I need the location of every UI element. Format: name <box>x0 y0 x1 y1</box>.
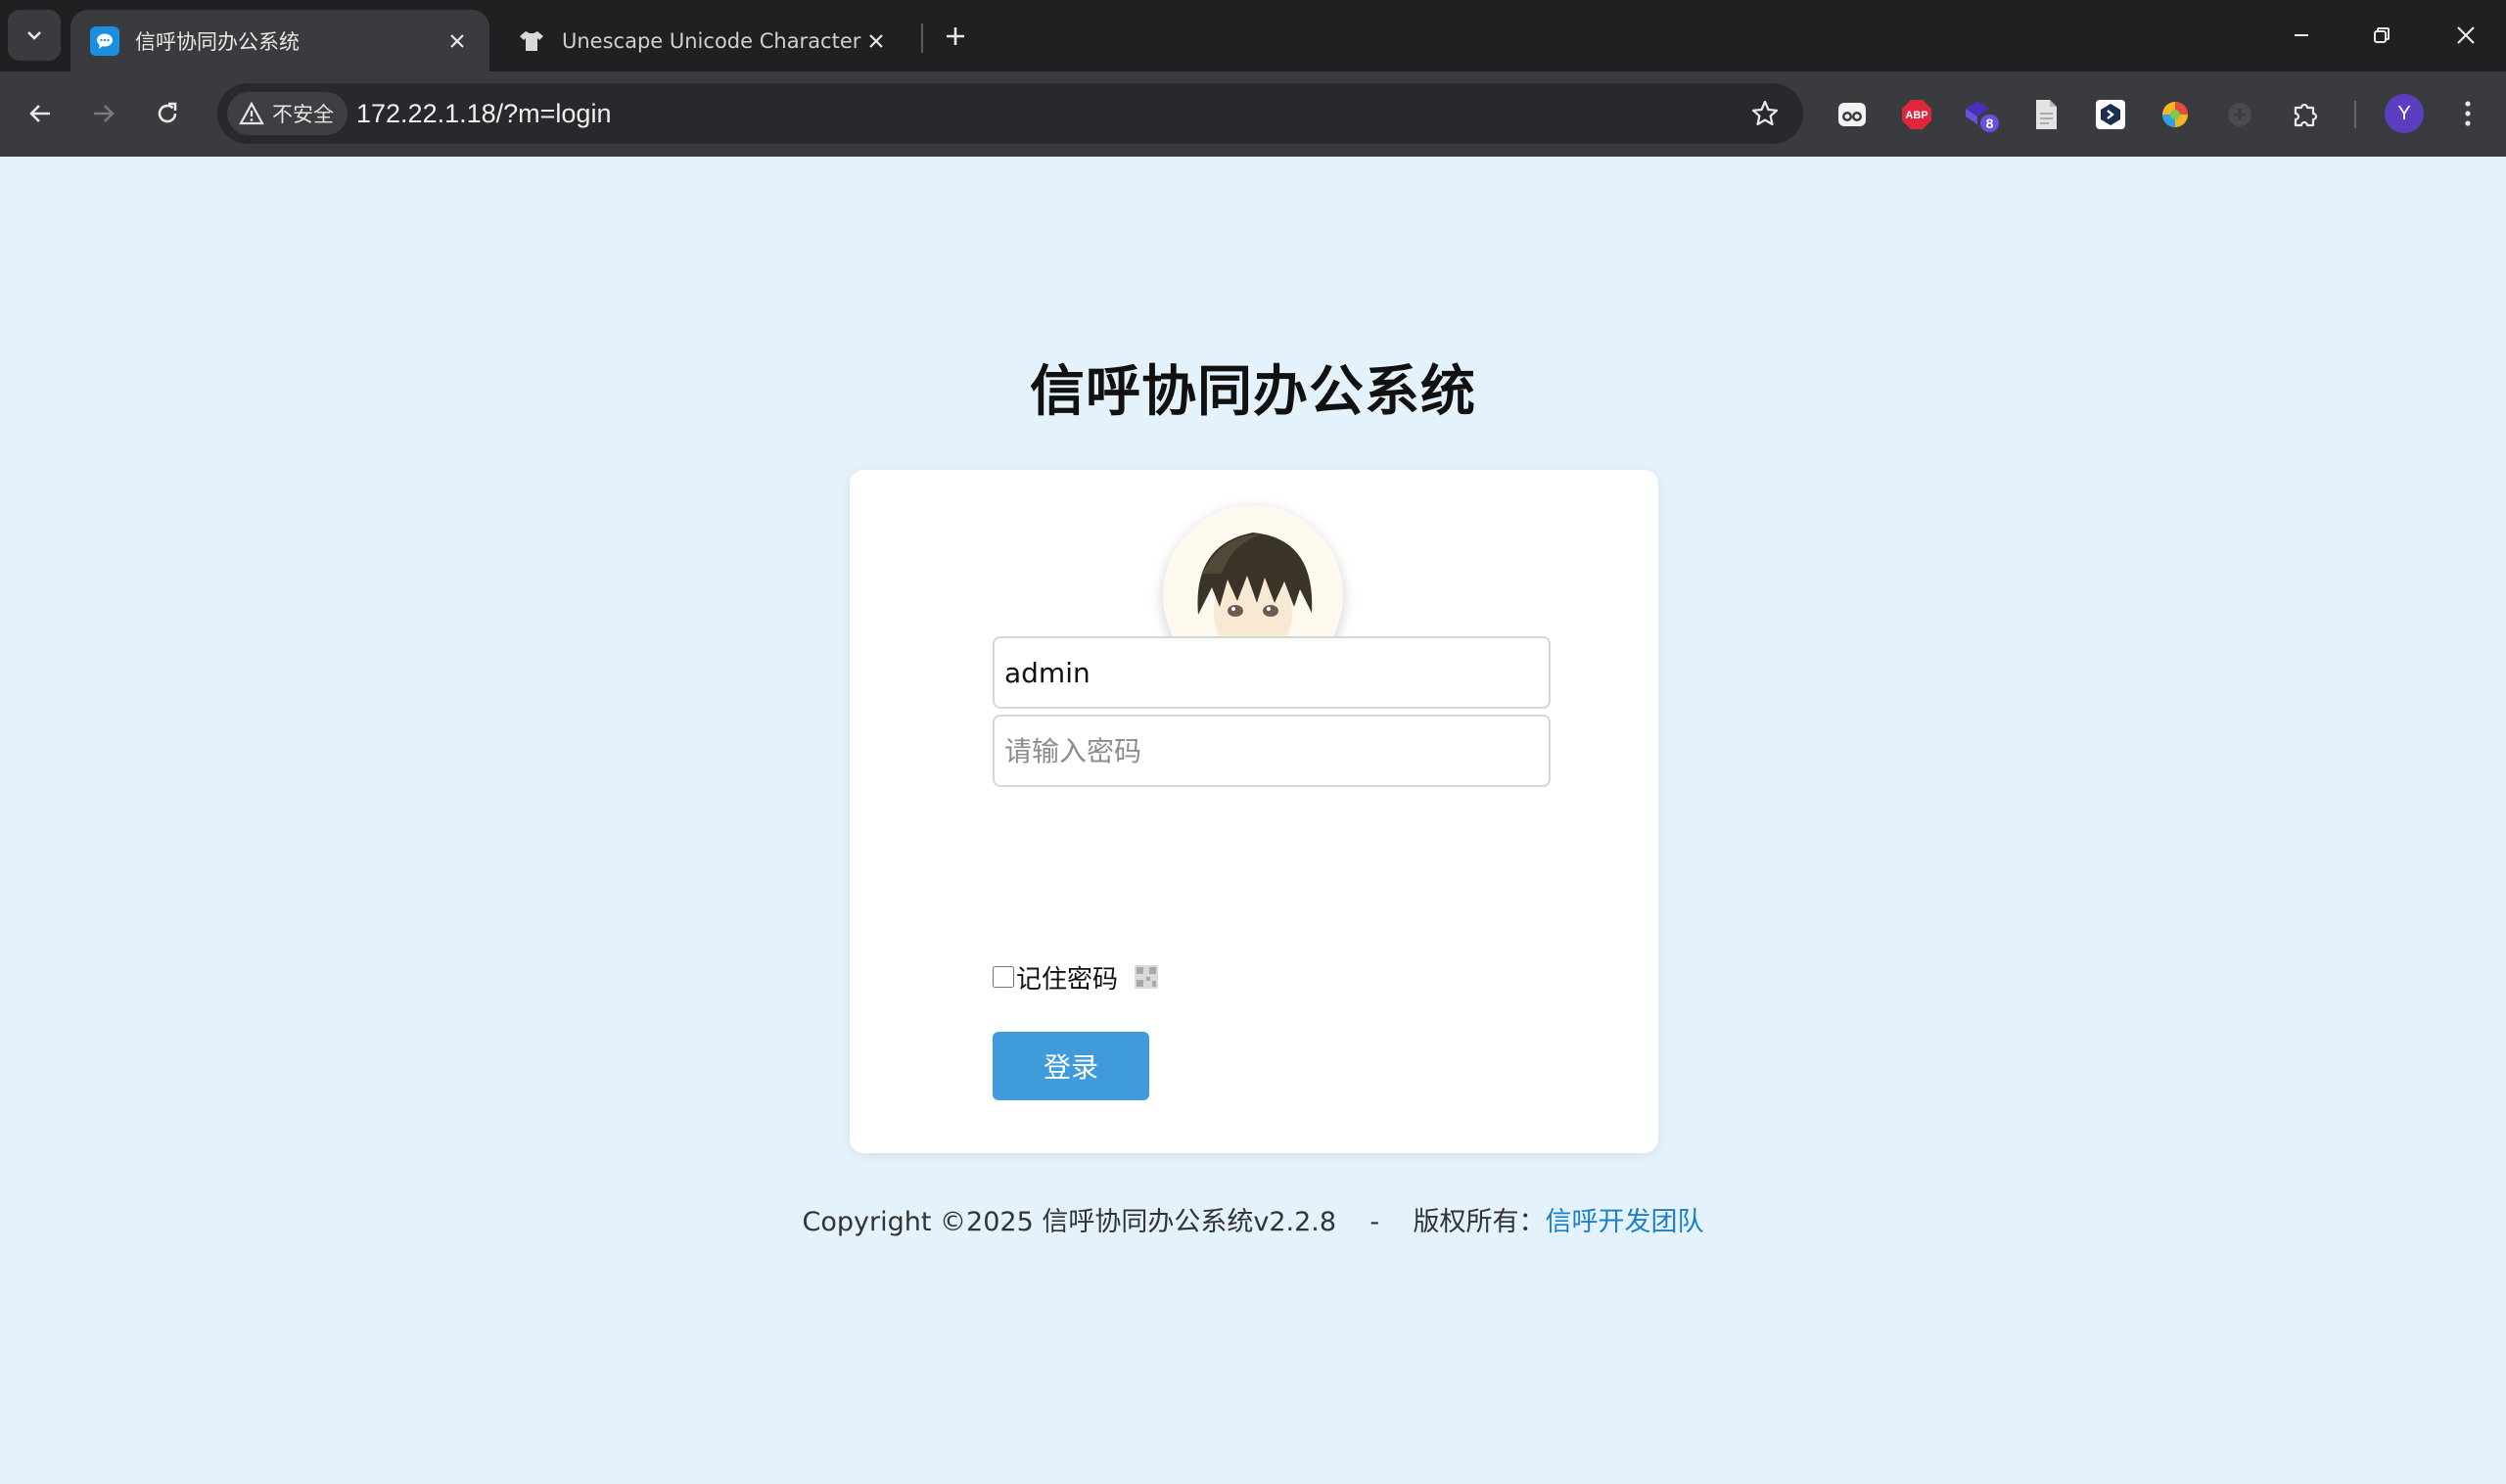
tab-title: Unescape Unicode Characters - <box>562 28 861 53</box>
back-button[interactable] <box>18 91 63 136</box>
url-text[interactable]: 172.22.1.18/?m=login <box>356 83 611 144</box>
tab-unescape-unicode[interactable]: Unescape Unicode Characters - <box>497 10 908 71</box>
tab-xinhu[interactable]: 信呼协同办公系统 <box>70 10 489 71</box>
tab-title: 信呼协同办公系统 <box>135 29 300 54</box>
new-tab-button[interactable] <box>935 16 976 57</box>
close-icon[interactable] <box>861 26 891 56</box>
username-input[interactable] <box>993 636 1551 709</box>
code-extension-icon[interactable] <box>2091 95 2130 134</box>
tab-strip: 信呼协同办公系统 Unescape Unicode Characters - <box>0 0 2506 71</box>
tab-search-button[interactable] <box>8 10 61 61</box>
browser-menu-button[interactable] <box>2445 91 2490 136</box>
close-window-button[interactable] <box>2441 14 2490 57</box>
rights-text: 版权所有： <box>1413 1207 1546 1237</box>
restore-icon <box>2374 27 2390 43</box>
arrow-right-icon <box>94 105 115 122</box>
adblock-label: ABP <box>1905 110 1927 121</box>
adblock-plus-icon[interactable]: ABP <box>1897 95 1936 134</box>
forward-button[interactable] <box>81 91 126 136</box>
puzzle-icon[interactable] <box>2287 95 2326 134</box>
extension-badge-icon[interactable]: 8 <box>1962 95 2001 134</box>
document-icon[interactable] <box>2026 95 2065 134</box>
remember-checkbox[interactable] <box>993 966 1014 988</box>
arrow-left-icon <box>29 105 50 122</box>
security-label: 不安全 <box>272 103 334 126</box>
toolbar-divider <box>2354 101 2356 128</box>
security-indicator[interactable]: 不安全 <box>227 92 348 135</box>
close-icon <box>2457 26 2475 44</box>
footer: Copyright ©2025 信呼协同办公系统v2.2.8 - 版权所有：信呼… <box>0 1200 2506 1238</box>
chevron-down-icon <box>27 31 41 40</box>
color-ball-icon[interactable] <box>2156 95 2195 134</box>
more-vertical-icon <box>2465 101 2471 126</box>
browser-toolbar: 不安全 172.22.1.18/?m=login ABP 8 Y <box>0 71 2506 157</box>
bookmark-button[interactable] <box>1746 95 1784 132</box>
shirt-icon <box>517 26 546 56</box>
minimize-icon <box>2295 34 2308 36</box>
chat-bubble-icon <box>90 25 119 56</box>
page-viewport: 信呼协同办公系统 admin 记住密码 登录 Copyright ©2025 信… <box>0 157 2506 1484</box>
login-button[interactable]: 登录 <box>993 1032 1149 1100</box>
remember-label[interactable]: 记住密码 <box>1016 959 1118 996</box>
qr-code-icon[interactable] <box>1134 964 1159 990</box>
remember-row: 记住密码 <box>993 959 1159 995</box>
reload-button[interactable] <box>145 91 190 136</box>
copyright-text: Copyright ©2025 信呼协同办公系统v2.2.8 <box>802 1207 1337 1237</box>
ghostery-icon[interactable] <box>1833 95 1872 134</box>
dim-extension-icon[interactable] <box>2220 95 2259 134</box>
tab-divider <box>921 23 923 53</box>
team-link[interactable]: 信呼开发团队 <box>1545 1207 1703 1237</box>
extension-badge-count: 8 <box>1986 116 1994 131</box>
profile-avatar[interactable]: Y <box>2385 94 2424 133</box>
close-icon[interactable] <box>442 26 472 56</box>
reload-icon <box>158 102 177 123</box>
page-title: 信呼协同办公系统 <box>1030 360 1476 424</box>
login-card: 记住密码 登录 <box>850 470 1658 1153</box>
warning-triangle-icon <box>239 102 264 125</box>
plus-icon <box>947 27 964 45</box>
minimize-button[interactable] <box>2277 14 2326 57</box>
address-bar[interactable]: 不安全 172.22.1.18/?m=login <box>217 83 1803 144</box>
footer-separator: - <box>1369 1207 1380 1237</box>
star-icon <box>1751 100 1779 126</box>
password-input[interactable] <box>993 715 1551 787</box>
restore-button[interactable] <box>2357 14 2406 57</box>
